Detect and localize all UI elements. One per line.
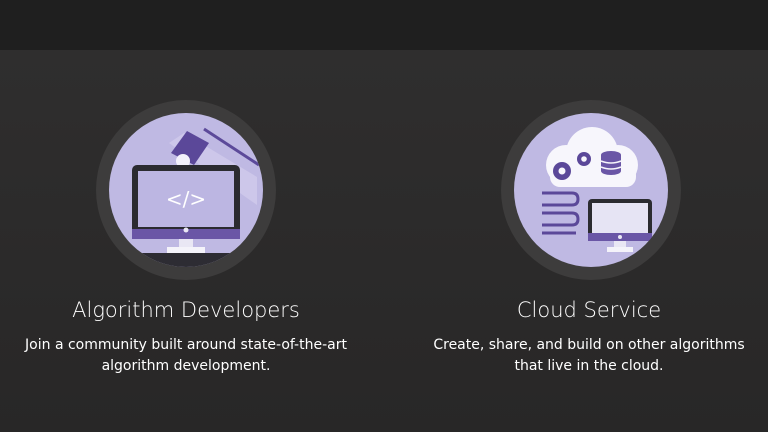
feature-description: Join a community built around state-of-t…	[0, 335, 378, 377]
feature-cloud-service: Cloud Service Create, share, and build o…	[384, 50, 768, 432]
developer-desk-icon: </>	[109, 113, 263, 267]
feature-title: Algorithm Developers	[72, 298, 300, 322]
feature-description-line-2: that live in the cloud.	[514, 358, 664, 374]
feature-description-line-1: Join a community built around state-of-t…	[25, 337, 347, 353]
features-section: </> Algorithm Developers Join a communit…	[0, 50, 768, 432]
cloud-computer-icon	[514, 113, 668, 267]
feature-description: Create, share, and build on other algori…	[397, 335, 768, 377]
feature-illustration-frame	[501, 100, 681, 280]
top-nav-bar	[0, 0, 768, 50]
feature-algorithm-developers: </> Algorithm Developers Join a communit…	[0, 50, 384, 432]
code-glyph: </>	[166, 187, 206, 211]
feature-description-line-2: algorithm development.	[101, 358, 271, 374]
feature-title: Cloud Service	[516, 298, 662, 322]
feature-description-line-1: Create, share, and build on other algori…	[433, 337, 745, 353]
feature-illustration-frame: </>	[96, 100, 276, 280]
